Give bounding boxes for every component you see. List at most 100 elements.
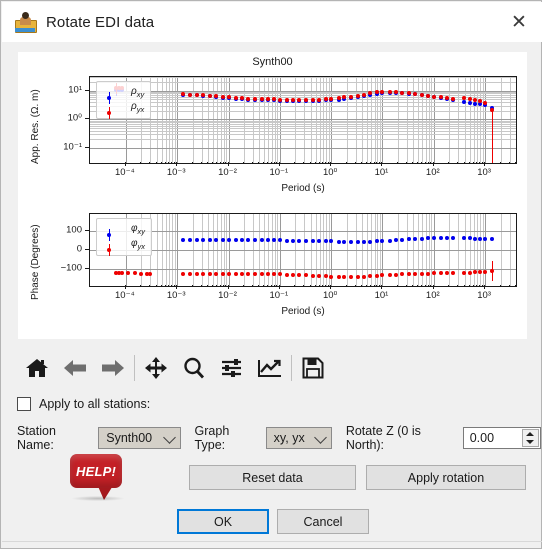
spinner-arrows[interactable] <box>521 429 539 447</box>
data-point <box>478 98 483 103</box>
edit-axis-button[interactable] <box>251 349 289 387</box>
phase-plot-area[interactable] <box>89 213 517 287</box>
pan-button[interactable] <box>137 349 175 387</box>
x-minor-tick <box>219 285 221 287</box>
x-minor-tick <box>448 162 450 164</box>
data-point <box>399 90 404 95</box>
x-minor-tick <box>379 162 381 164</box>
x-minor-tick <box>472 285 474 287</box>
y-tick <box>85 147 89 148</box>
x-tick <box>227 162 229 166</box>
legend-item: ρyx <box>101 100 144 119</box>
graph-type-label: Graph Type: <box>194 424 230 452</box>
home-button[interactable] <box>18 349 56 387</box>
graph-type-select[interactable]: xy, yx <box>265 427 332 449</box>
toolbar-divider <box>291 355 292 381</box>
save-button[interactable] <box>294 349 332 387</box>
x-tick <box>278 162 280 166</box>
data-point <box>226 272 231 277</box>
apply-rotation-button[interactable]: Apply rotation <box>366 465 526 490</box>
x-minor-tick <box>160 162 162 164</box>
figure-canvas[interactable]: Synth00 App. Res. (Ω. m) 10⁻⁴ 10⁻³ 10⁻² 10⁻… <box>18 52 527 339</box>
help-badge[interactable]: HELP! <box>70 454 128 502</box>
x-tick <box>432 162 434 166</box>
appres-plot-area[interactable] <box>89 76 517 164</box>
x-minor-tick <box>164 285 166 287</box>
spinner-down-icon[interactable] <box>526 440 535 444</box>
grid-line <box>90 122 516 124</box>
x-minor-tick <box>212 162 214 164</box>
data-point <box>207 238 212 243</box>
x-minor-tick <box>322 285 324 287</box>
data-point <box>253 238 258 243</box>
configure-subplots-button[interactable] <box>213 349 251 387</box>
data-point <box>355 93 360 98</box>
x-minor-tick <box>314 162 316 164</box>
data-point <box>329 96 334 101</box>
x-minor-tick <box>164 162 166 164</box>
rotate-z-spinbox[interactable]: 0.00 <box>462 427 541 449</box>
y-tick-label: 10⁻¹ <box>63 141 82 153</box>
x-minor-tick <box>303 162 305 164</box>
x-minor-tick <box>263 162 265 164</box>
data-point <box>207 271 212 276</box>
x-minor-tick <box>361 162 363 164</box>
apply-all-label: Apply to all stations: <box>39 397 151 411</box>
x-minor-tick <box>273 285 275 287</box>
x-minor-tick <box>376 285 378 287</box>
x-minor-tick <box>273 162 275 164</box>
grid-line <box>90 95 516 97</box>
forward-button[interactable] <box>94 349 132 387</box>
data-point <box>473 101 478 106</box>
ok-button[interactable]: OK <box>177 509 269 534</box>
x-minor-tick <box>508 162 510 164</box>
x-minor-tick <box>294 285 296 287</box>
data-point <box>419 271 424 276</box>
data-point <box>132 271 137 276</box>
x-minor-tick <box>149 285 151 287</box>
data-point <box>253 272 258 277</box>
x-minor-tick <box>396 162 398 164</box>
magnifier-icon <box>184 357 205 379</box>
x-minor-tick <box>200 162 202 164</box>
grid-line <box>90 93 516 95</box>
back-button[interactable] <box>56 349 94 387</box>
x-minor-tick <box>168 285 170 287</box>
data-point <box>329 239 334 244</box>
spinner-up-icon[interactable] <box>526 432 535 436</box>
data-point <box>374 273 379 278</box>
apply-all-row[interactable]: Apply to all stations: <box>17 397 150 411</box>
x-tick <box>124 285 126 289</box>
figure-title: Synth00 <box>252 56 293 68</box>
data-point <box>461 99 466 104</box>
x-minor-tick <box>149 162 151 164</box>
help-badge-shadow <box>72 496 124 501</box>
data-point <box>336 239 341 244</box>
x-minor-tick <box>327 162 329 164</box>
legend-label: φyx <box>131 238 146 251</box>
data-point <box>348 240 353 245</box>
data-point <box>297 238 302 243</box>
controls-row: Station Name: Synth00 Graph Type: xy, yx… <box>17 424 541 452</box>
grid-line <box>90 250 516 251</box>
apply-all-checkbox[interactable] <box>17 397 31 411</box>
cancel-button[interactable]: Cancel <box>277 509 369 534</box>
data-point <box>285 272 290 277</box>
x-minor-tick <box>379 285 381 287</box>
x-minor-tick <box>207 285 209 287</box>
x-minor-tick <box>219 162 221 164</box>
data-point <box>387 238 392 243</box>
zoom-button[interactable] <box>175 349 213 387</box>
x-tick <box>484 162 486 166</box>
x-minor-tick <box>327 285 329 287</box>
data-point <box>188 92 193 97</box>
reset-data-button[interactable]: Reset data <box>189 465 356 490</box>
close-icon[interactable]: ✕ <box>496 2 542 42</box>
data-point <box>265 97 270 102</box>
station-name-select[interactable]: Synth00 <box>98 427 181 449</box>
data-point <box>355 239 360 244</box>
data-point <box>387 273 392 277</box>
data-point <box>290 97 295 102</box>
x-minor-tick <box>270 162 272 164</box>
legend-item: φxy <box>101 222 145 241</box>
